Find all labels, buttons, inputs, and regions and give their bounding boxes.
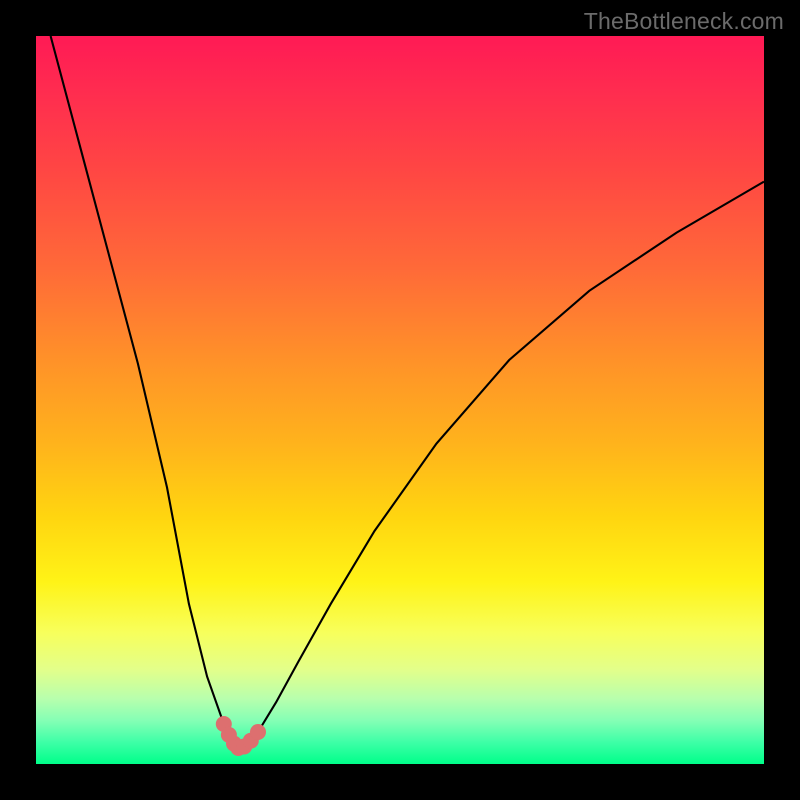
- watermark: TheBottleneck.com: [584, 8, 784, 35]
- chart-frame: TheBottleneck.com: [0, 0, 800, 800]
- bottleneck-curve: [51, 36, 764, 748]
- chart-svg: [36, 36, 764, 764]
- minimum-markers: [216, 716, 266, 756]
- marker-dot: [250, 724, 266, 740]
- plot-area: [36, 36, 764, 764]
